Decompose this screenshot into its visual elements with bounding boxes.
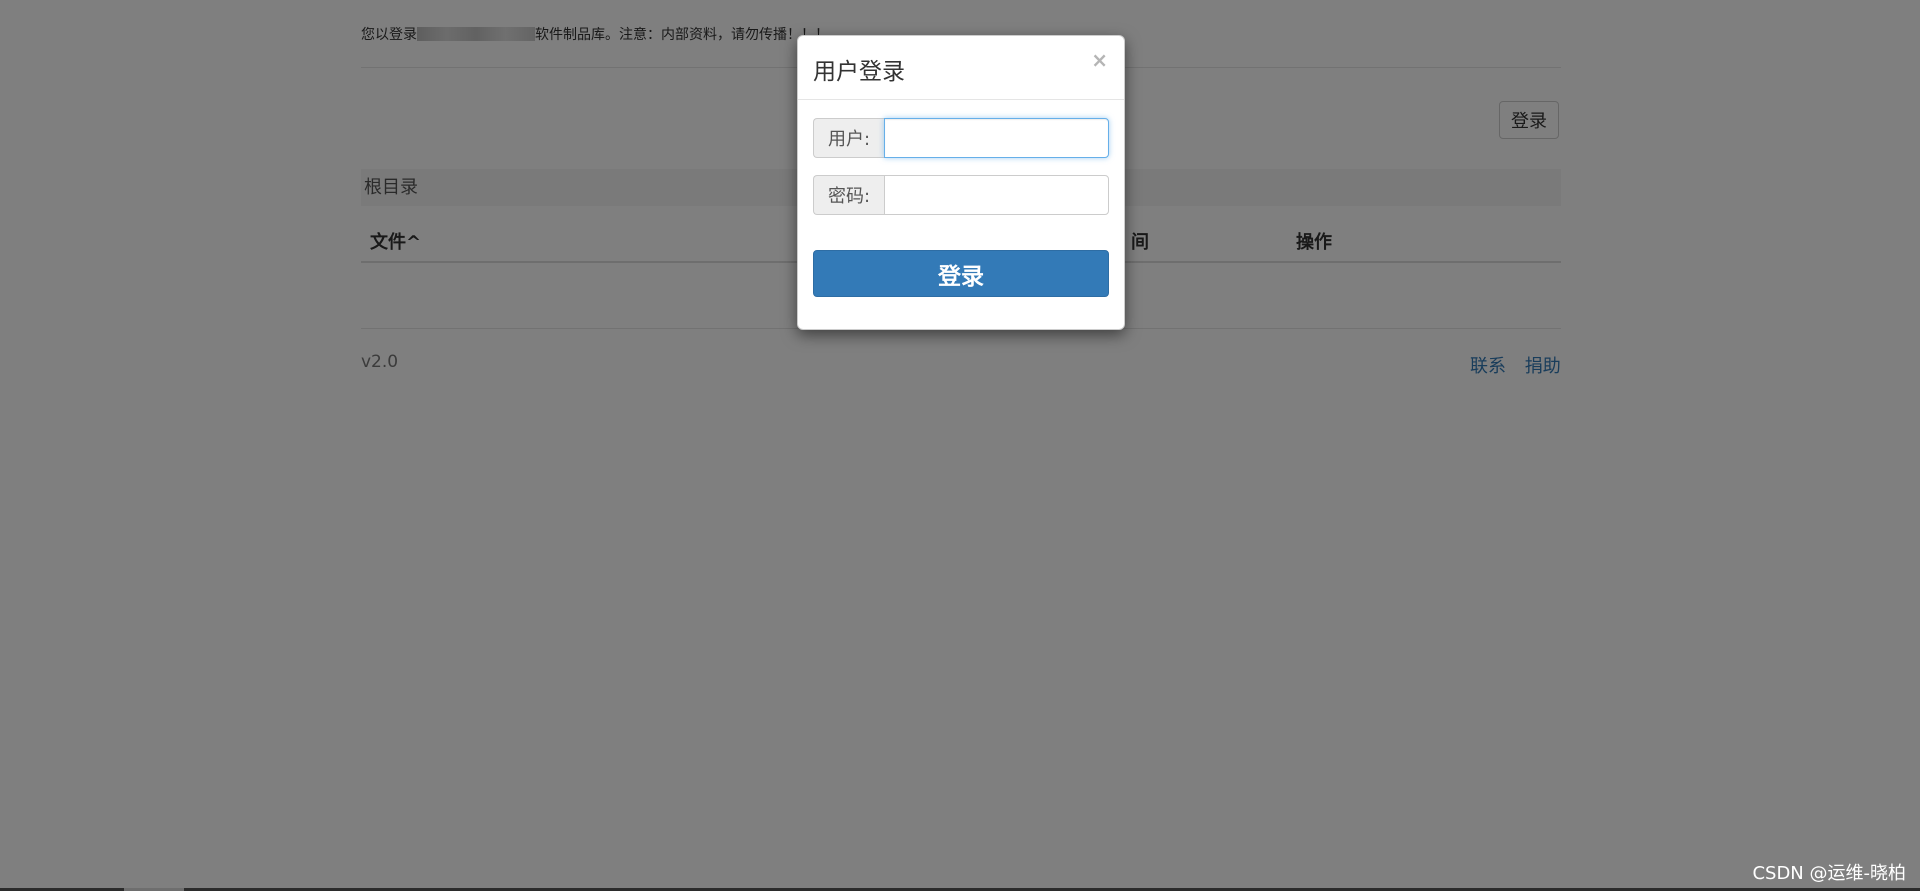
password-group: 密码: xyxy=(813,175,1109,215)
modal-header: 用户登录 × xyxy=(798,36,1124,100)
username-group: 用户: xyxy=(813,118,1109,158)
page: 您以登录软件制品库。注意：内部资料，请勿传播！！！ 登录 根目录 文件^ 间 操… xyxy=(0,0,1920,891)
submit-login-button[interactable]: 登录 xyxy=(813,250,1109,297)
modal-title: 用户登录 xyxy=(813,59,905,85)
password-label: 密码: xyxy=(813,175,884,215)
watermark: CSDN @运维-晓柏 xyxy=(1752,863,1906,884)
close-icon[interactable]: × xyxy=(1091,48,1108,72)
username-label: 用户: xyxy=(813,118,884,158)
login-modal: 用户登录 × 用户: 密码: 登录 xyxy=(797,35,1125,330)
username-input[interactable] xyxy=(884,118,1109,158)
password-input[interactable] xyxy=(884,175,1109,215)
